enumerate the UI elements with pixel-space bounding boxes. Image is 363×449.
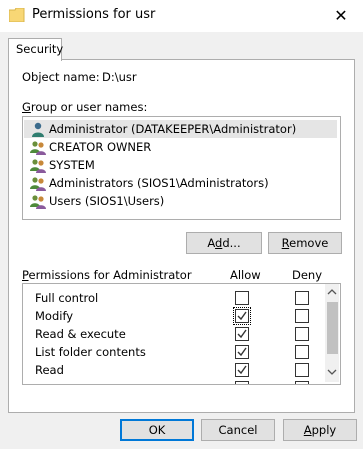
- single-user-icon: [32, 122, 44, 137]
- check-icon: [237, 329, 247, 339]
- allow-full-control-checkbox[interactable]: [235, 291, 249, 305]
- group-user-list[interactable]: Administrator (DATAKEEPER\Administrator)…: [22, 116, 341, 220]
- perm-row-read-execute: Read & execute: [23, 326, 323, 344]
- tab-security-label: Security: [16, 42, 64, 56]
- remove-button[interactable]: Remove: [268, 232, 342, 254]
- perm-row-list-folder-contents: List folder contents: [23, 344, 323, 362]
- list-item-system[interactable]: SYSTEM: [24, 156, 337, 174]
- check-icon: [237, 365, 247, 375]
- close-icon: ✕: [334, 6, 348, 25]
- user-group-icon: [30, 141, 46, 155]
- deny-modify-checkbox[interactable]: [295, 309, 309, 323]
- allow-read-checkbox[interactable]: [235, 363, 249, 377]
- allow-list-folder-contents-checkbox[interactable]: [235, 345, 249, 359]
- deny-header: Deny: [292, 268, 323, 282]
- allow-modify-checkbox[interactable]: [233, 307, 251, 325]
- user-group-icon: [30, 159, 46, 173]
- list-item-creator-owner[interactable]: CREATOR OWNER: [24, 138, 337, 156]
- user-group-icon: [30, 177, 46, 191]
- object-name-label: Object name:: [22, 70, 100, 84]
- window-title: Permissions for usr: [32, 7, 156, 22]
- add-button[interactable]: Add...: [186, 232, 262, 254]
- user-group-icon: [30, 195, 46, 209]
- perm-row-full-control: Full control: [23, 290, 323, 308]
- perm-row-partial: [23, 380, 323, 384]
- deny-full-control-checkbox[interactable]: [295, 291, 309, 305]
- allow-header: Allow: [230, 268, 261, 282]
- close-button[interactable]: ✕: [326, 3, 356, 29]
- object-name-value: D:\usr: [102, 70, 137, 84]
- group-names-label: Group or user names:: [22, 100, 148, 114]
- check-icon: [237, 347, 247, 357]
- folder-icon: [9, 8, 25, 22]
- perm-row-read: Read: [23, 362, 323, 380]
- ok-button[interactable]: OK: [120, 419, 194, 441]
- list-item-users[interactable]: Users (SIOS1\Users): [24, 192, 337, 210]
- perm-row-modify: Modify: [23, 307, 323, 326]
- permissions-list: Full control Modify Read & execute List …: [22, 283, 341, 385]
- cancel-button[interactable]: Cancel: [201, 419, 275, 441]
- scroll-down-icon[interactable]: [327, 368, 337, 376]
- check-icon: [237, 311, 247, 321]
- deny-read-execute-checkbox[interactable]: [295, 327, 309, 341]
- deny-list-folder-contents-checkbox[interactable]: [295, 345, 309, 359]
- allow-next-checkbox[interactable]: [235, 381, 249, 384]
- apply-button[interactable]: Apply: [283, 419, 357, 441]
- deny-read-checkbox[interactable]: [295, 363, 309, 377]
- deny-next-checkbox[interactable]: [295, 381, 309, 384]
- scroll-up-icon[interactable]: [327, 288, 337, 296]
- title-bar: Permissions for usr ✕: [0, 0, 363, 32]
- permissions-label: Permissions for Administrator: [22, 268, 192, 282]
- tab-security[interactable]: Security: [8, 38, 64, 61]
- scrollbar-thumb[interactable]: [327, 302, 338, 354]
- allow-read-execute-checkbox[interactable]: [235, 327, 249, 341]
- list-item-administrator[interactable]: Administrator (DATAKEEPER\Administrator): [24, 120, 337, 138]
- list-item-administrators[interactable]: Administrators (SIOS1\Administrators): [24, 174, 337, 192]
